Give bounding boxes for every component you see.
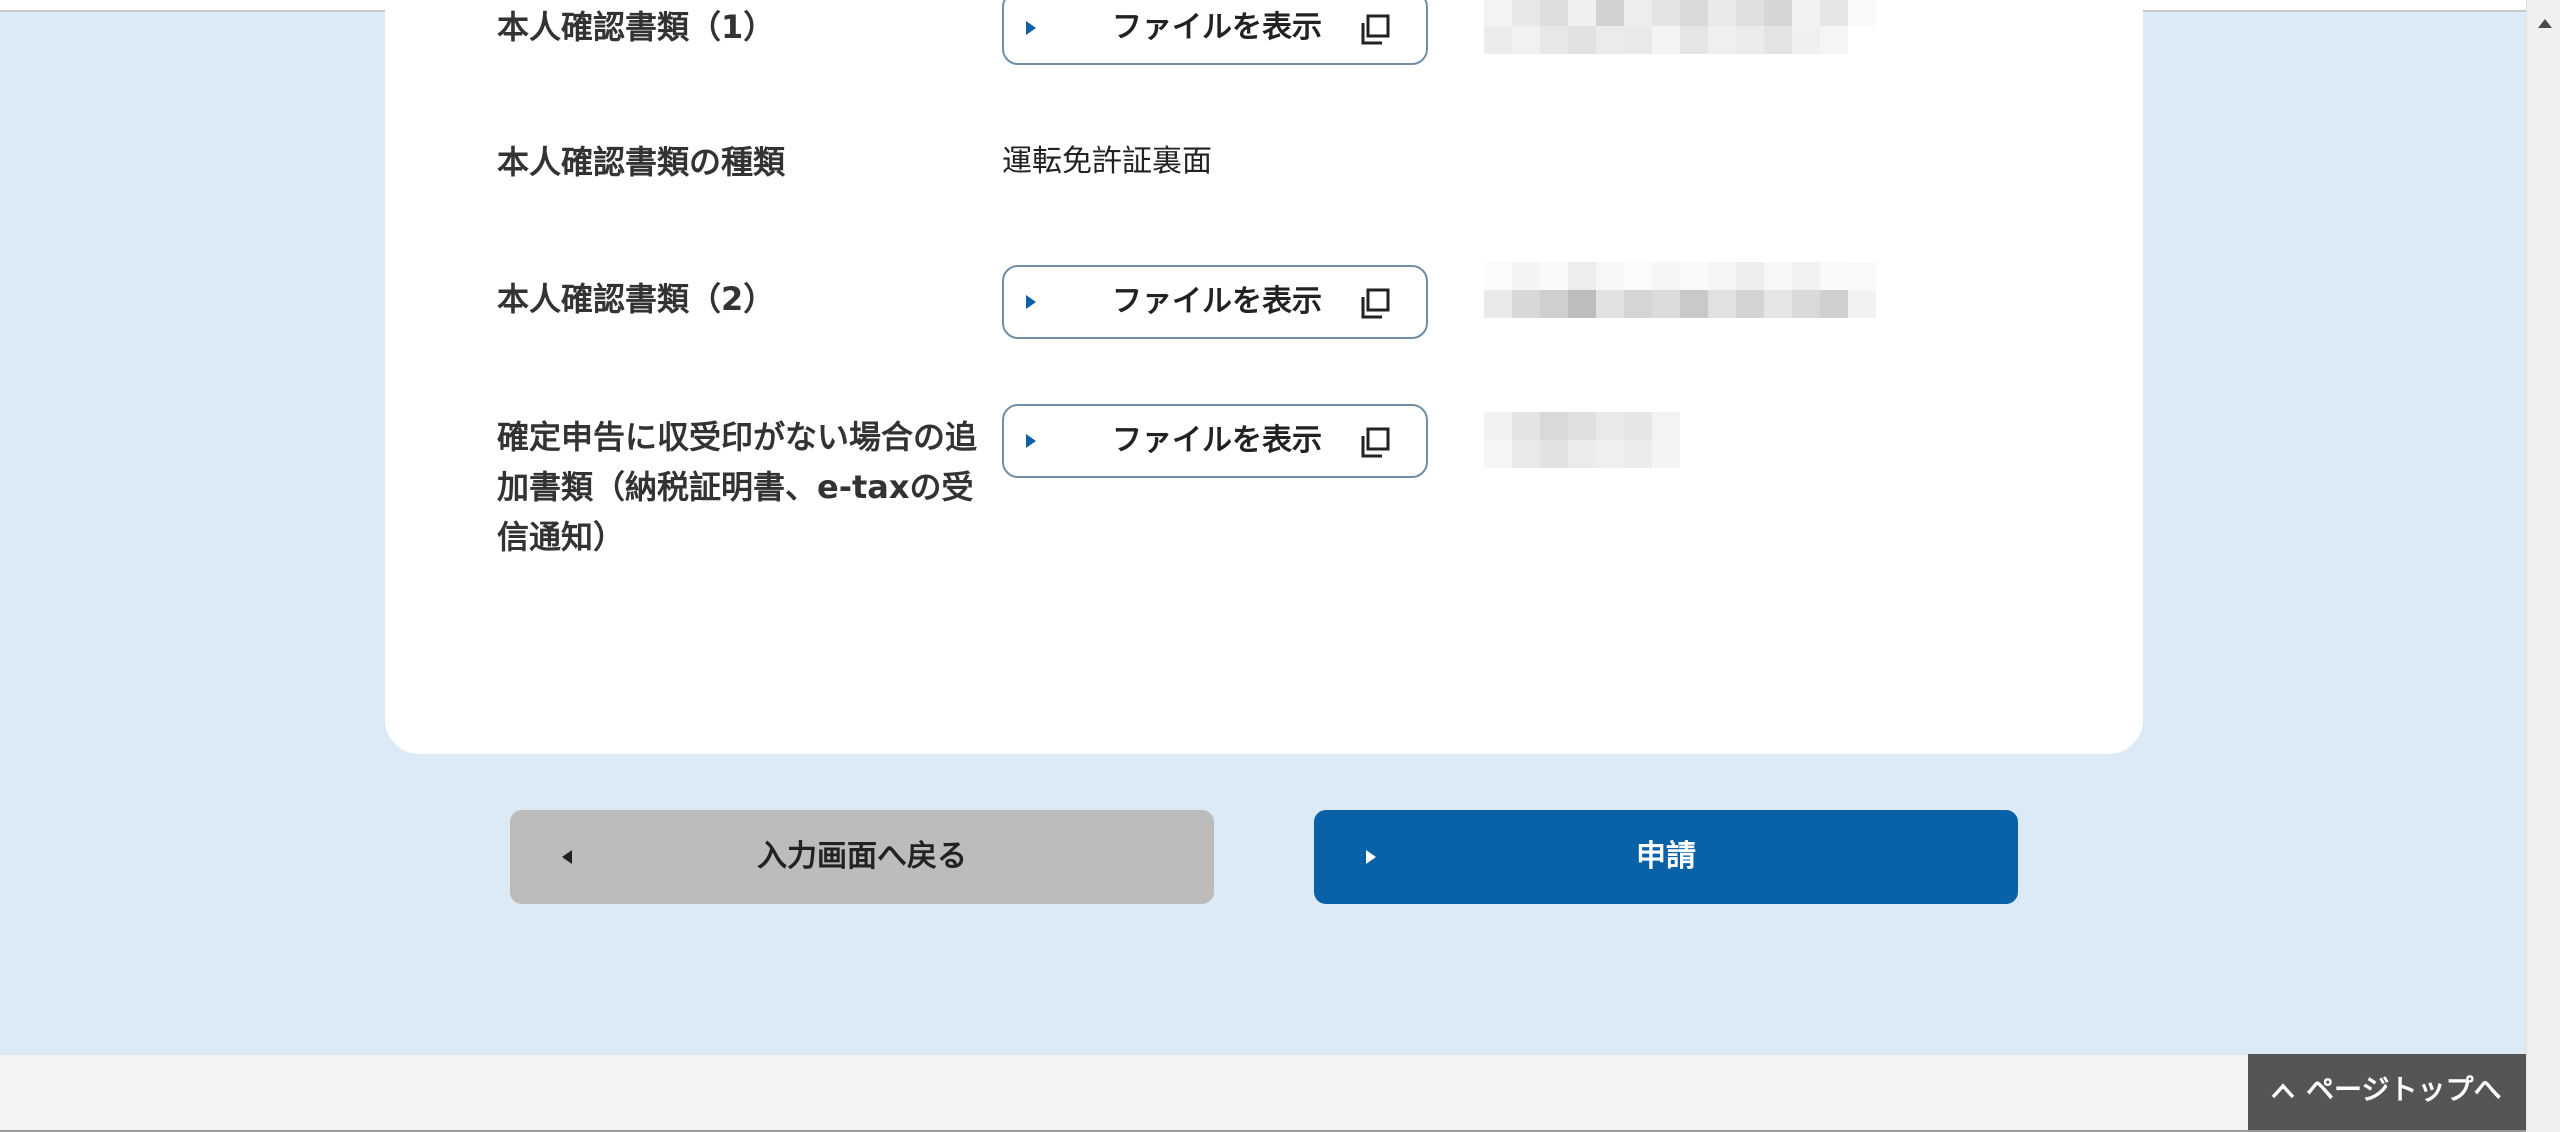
page-top-label: ページトップへ: [2306, 1073, 2502, 1106]
view-file-label: ファイルを表示: [1112, 423, 1322, 458]
redacted-filename-2: [1484, 262, 1876, 318]
back-to-input-button[interactable]: 入力画面へ戻る: [510, 810, 1214, 904]
page-top-button[interactable]: ページトップへ: [2248, 1054, 2528, 1130]
footer-bar: [0, 1054, 2526, 1131]
copy-icon: [1361, 14, 1390, 45]
back-to-input-label: 入力画面へ戻る: [757, 839, 967, 874]
row-label-id-document-1: 本人確認書類（1）: [497, 8, 776, 46]
id-document-type-value: 運転免許証裏面: [1002, 144, 1212, 179]
view-file-button-id-document-2[interactable]: ファイルを表示: [1002, 265, 1428, 339]
chevron-up-icon: [2271, 1083, 2295, 1099]
triangle-right-icon: [1026, 21, 1036, 35]
view-file-button-additional-documents[interactable]: ファイルを表示: [1002, 404, 1428, 478]
view-file-label: ファイルを表示: [1112, 284, 1322, 319]
copy-icon: [1361, 427, 1390, 458]
submit-button[interactable]: 申請: [1314, 810, 2018, 904]
triangle-right-icon: [1026, 434, 1036, 448]
row-label-additional-documents: 確定申告に収受印がない場合の追加書類（納税証明書、e-taxの受信通知）: [497, 418, 978, 556]
triangle-right-icon: [1026, 295, 1036, 309]
redacted-filename-1: [1484, 0, 1876, 54]
row-label-id-document-2: 本人確認書類（2）: [497, 280, 776, 318]
view-file-label: ファイルを表示: [1112, 10, 1322, 45]
redacted-filename-3: [1484, 412, 1680, 468]
vertical-scrollbar[interactable]: [2526, 0, 2560, 1132]
copy-icon: [1361, 288, 1390, 319]
view-file-button-id-document-1[interactable]: ファイルを表示: [1002, 0, 1428, 65]
row-label-id-document-type: 本人確認書類の種類: [497, 143, 786, 181]
submit-label: 申請: [1636, 839, 1696, 874]
confirmation-card: [385, 0, 2143, 754]
scroll-up-arrow-icon[interactable]: [2538, 19, 2552, 28]
